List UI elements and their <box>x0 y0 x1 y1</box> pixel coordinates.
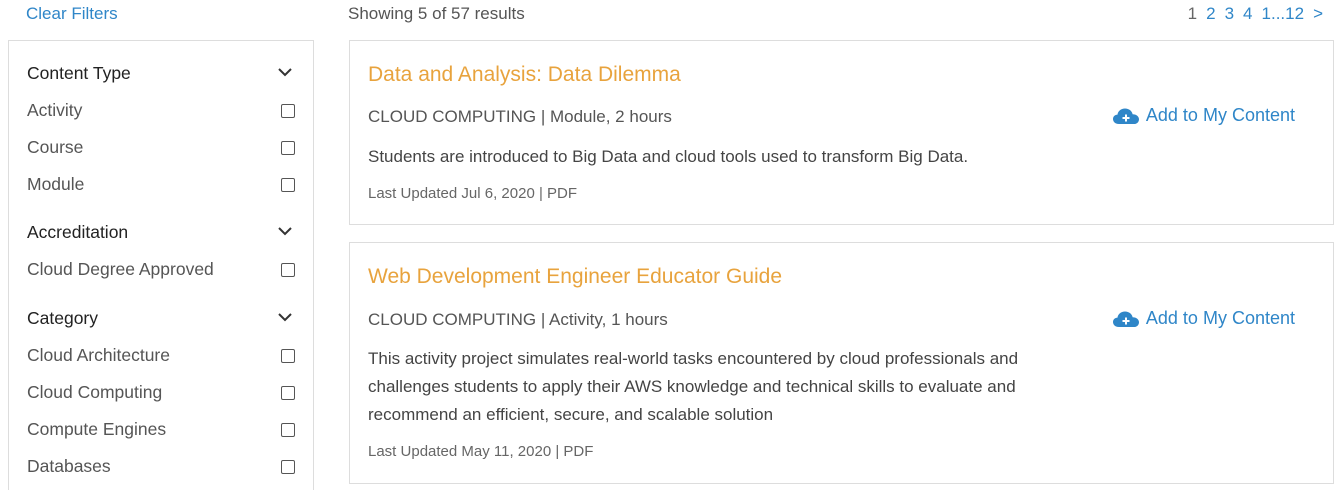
filter-option-label: Cloud Architecture <box>27 345 170 365</box>
results-count: Showing 5 of 57 results <box>348 4 525 23</box>
filter-option-label: Course <box>27 137 84 157</box>
filter-option-label: Databases <box>27 456 111 476</box>
result-title[interactable]: Web Development Engineer Educator Guide <box>368 265 782 289</box>
filter-group-header-accreditation[interactable]: Accreditation <box>9 214 313 251</box>
page-link[interactable]: 4 <box>1243 4 1252 24</box>
filter-option-course[interactable]: Course <box>9 129 313 166</box>
filter-option-module[interactable]: Module <box>9 166 313 203</box>
filter-group-content-type: Content Type Activity Course Module <box>9 41 313 203</box>
result-card: Web Development Engineer Educator Guide … <box>349 242 1334 484</box>
filter-option-databases[interactable]: Databases <box>9 448 313 485</box>
filter-option-label: Compute Engines <box>27 419 167 439</box>
add-to-my-content-button[interactable]: Add to My Content <box>1112 308 1295 329</box>
checkbox[interactable] <box>281 386 295 400</box>
cloud-plus-icon <box>1112 108 1139 124</box>
result-updated: Last Updated May 11, 2020 | PDF <box>368 443 594 460</box>
filter-group-category: Category Cloud Architecture Cloud Comput… <box>9 300 313 485</box>
filter-option-label: Module <box>27 174 85 194</box>
result-title[interactable]: Data and Analysis: Data Dilemma <box>368 63 681 87</box>
checkbox[interactable] <box>281 423 295 437</box>
page-current: 1 <box>1187 4 1198 23</box>
result-meta: CLOUD COMPUTING | Module, 2 hours <box>368 107 672 126</box>
filter-option-activity[interactable]: Activity <box>9 92 313 129</box>
checkbox[interactable] <box>281 263 295 277</box>
checkbox[interactable] <box>281 178 295 192</box>
filter-group-title: Content Type <box>27 63 131 83</box>
filter-group-title: Category <box>27 308 99 328</box>
add-to-my-content-button[interactable]: Add to My Content <box>1112 105 1295 126</box>
filter-sidebar: Content Type Activity Course Module Accr… <box>8 40 314 490</box>
cloud-plus-icon <box>1112 311 1139 327</box>
filter-group-title: Accreditation <box>27 222 129 242</box>
chevron-down-icon <box>278 68 292 77</box>
add-to-my-content-label: Add to My Content <box>1145 105 1295 125</box>
result-meta: CLOUD COMPUTING | Activity, 1 hours <box>368 310 668 329</box>
result-card: Data and Analysis: Data Dilemma CLOUD CO… <box>349 40 1334 225</box>
chevron-down-icon <box>278 227 292 236</box>
result-description: Students are introduced to Big Data and … <box>368 147 969 166</box>
checkbox[interactable] <box>281 141 295 155</box>
page-range-link[interactable]: 1...12 <box>1262 4 1305 24</box>
checkbox[interactable] <box>281 460 295 474</box>
filter-group-header-category[interactable]: Category <box>9 300 313 337</box>
filter-option-label: Activity <box>27 100 83 120</box>
filter-option-compute-engines[interactable]: Compute Engines <box>9 411 313 448</box>
filter-option-cloud-computing[interactable]: Cloud Computing <box>9 374 313 411</box>
pagination: 1 2 3 4 1...12 > <box>1188 4 1323 24</box>
add-to-my-content-label: Add to My Content <box>1145 308 1295 328</box>
result-updated: Last Updated Jul 6, 2020 | PDF <box>368 185 578 202</box>
next-page-button[interactable]: > <box>1313 4 1323 24</box>
filter-group-header-content-type[interactable]: Content Type <box>9 55 313 92</box>
result-description: This activity project simulates real-wor… <box>368 349 1019 424</box>
filter-option-label: Cloud Degree Approved <box>27 259 214 279</box>
filter-option-label: Cloud Computing <box>27 382 163 402</box>
page-link[interactable]: 3 <box>1225 4 1234 24</box>
chevron-down-icon <box>278 313 292 322</box>
page-link[interactable]: 2 <box>1206 4 1215 24</box>
checkbox[interactable] <box>281 349 295 363</box>
filter-option-cloud-degree-approved[interactable]: Cloud Degree Approved <box>9 251 313 288</box>
clear-filters-link[interactable]: Clear Filters <box>26 4 118 24</box>
filter-group-accreditation: Accreditation Cloud Degree Approved <box>9 214 313 288</box>
checkbox[interactable] <box>281 104 295 118</box>
filter-option-cloud-architecture[interactable]: Cloud Architecture <box>9 337 313 374</box>
